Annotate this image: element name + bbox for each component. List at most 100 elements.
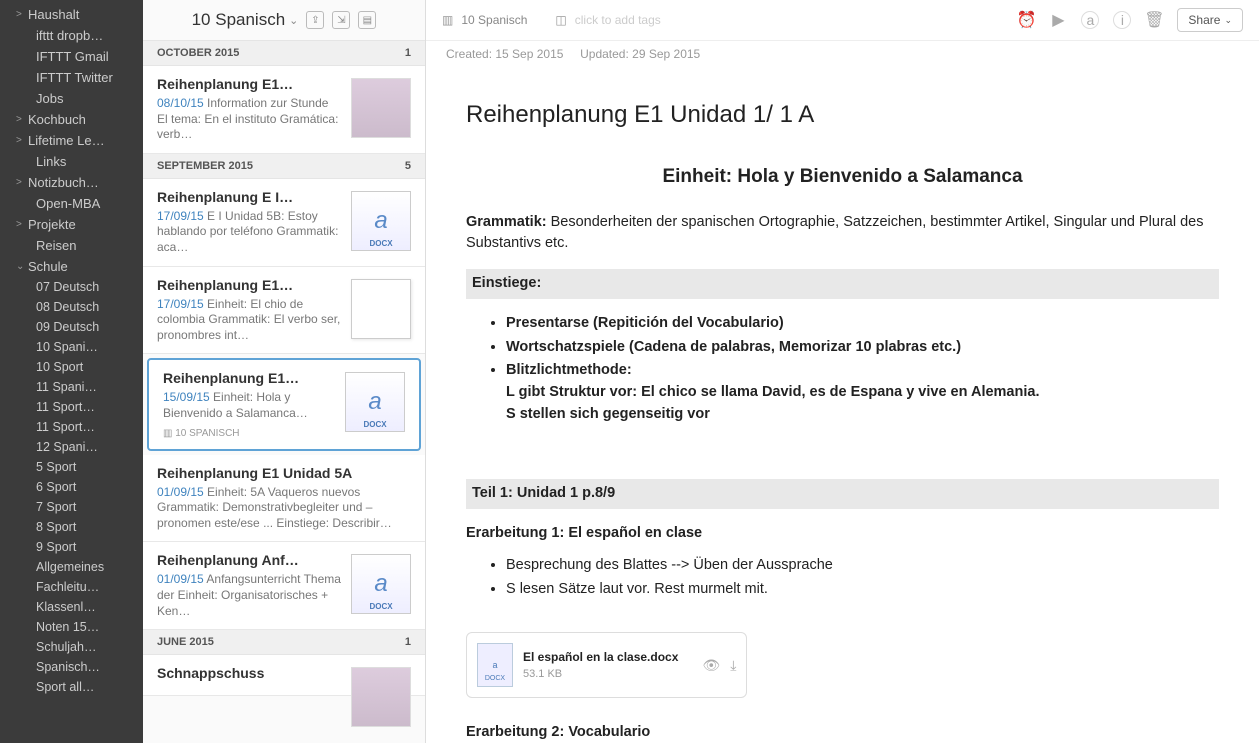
sidebar-item[interactable]: ifttt dropb…	[0, 25, 143, 46]
note-title: Reihenplanung E1…	[157, 277, 341, 293]
note-item[interactable]: Schnappschuss	[143, 655, 425, 696]
sidebar-item-label: Sport all…	[36, 680, 94, 694]
sidebar-item[interactable]: >Haushalt	[0, 4, 143, 25]
sidebar-item[interactable]: 09 Deutsch	[0, 317, 143, 337]
sidebar-item[interactable]: 07 Deutsch	[0, 277, 143, 297]
updated-label: Updated:	[580, 47, 629, 61]
sidebar-item[interactable]: Klassenl…	[0, 597, 143, 617]
share-button[interactable]: Share ⌄	[1177, 8, 1243, 32]
sidebar-item[interactable]: 11 Spani…	[0, 377, 143, 397]
reminder-icon[interactable]: ⏰	[1017, 11, 1035, 29]
sidebar-item[interactable]: 11 Sport…	[0, 397, 143, 417]
note-list-scroll[interactable]: OCTOBER 20151Reihenplanung E1…08/10/15 I…	[143, 41, 425, 743]
sidebar-item[interactable]: 10 Spani…	[0, 337, 143, 357]
sidebar-item-label: Open-MBA	[36, 196, 100, 211]
sidebar-item-label: Links	[36, 154, 66, 169]
note-item[interactable]: Reihenplanung E1…15/09/15 Einheit: Hola …	[147, 358, 421, 450]
sidebar-item-label: Reisen	[36, 238, 76, 253]
sidebar-item-label: Klassenl…	[36, 600, 96, 614]
section-header: JUNE 20151	[143, 630, 425, 655]
info-icon[interactable]: i	[1113, 11, 1131, 29]
view-options-icon[interactable]: ▤	[358, 11, 376, 29]
sidebar-item[interactable]: Sport all…	[0, 677, 143, 697]
sidebar-item-label: Notizbuch…	[28, 175, 99, 190]
note-title: Schnappschuss	[157, 665, 341, 681]
sidebar-item[interactable]: Links	[0, 151, 143, 172]
sidebar-item[interactable]: Open-MBA	[0, 193, 143, 214]
note-title: Reihenplanung E I…	[157, 189, 341, 205]
note-body[interactable]: Reihenplanung E1 Unidad 1/ 1 A Einheit: …	[426, 67, 1259, 743]
note-snippet: 01/09/15 Anfangsunterricht Thema der Ein…	[157, 572, 341, 619]
note-snippet: 01/09/15 Einheit: 5A Vaqueros nuevos Gra…	[157, 485, 411, 532]
sidebar-item[interactable]: 11 Sport…	[0, 417, 143, 437]
note-snippet: 17/09/15 Einheit: El chio de colombia Gr…	[157, 297, 341, 344]
sidebar-item[interactable]: >Projekte	[0, 214, 143, 235]
download-icon[interactable]: ⤓	[730, 655, 736, 676]
sidebar-item[interactable]: IFTTT Gmail	[0, 46, 143, 67]
sidebar-item[interactable]: ⌄Schule	[0, 256, 143, 277]
sidebar-item[interactable]: 10 Sport	[0, 357, 143, 377]
sidebar-item[interactable]: 7 Sport	[0, 497, 143, 517]
note-list-panel: 10 Spanisch ⌄ ⇪ ⇲ ▤ OCTOBER 20151Reihenp…	[143, 0, 426, 743]
share-icon[interactable]: ⇪	[306, 11, 324, 29]
note-snippet: 15/09/15 Einheit: Hola y Bienvenido a Sa…	[163, 390, 335, 421]
docx-icon: a	[477, 643, 513, 687]
sidebar-item[interactable]: Allgemeines	[0, 557, 143, 577]
add-tags-placeholder[interactable]: click to add tags	[575, 13, 661, 27]
sidebar-item-label: 5 Sport	[36, 460, 76, 474]
sidebar-item-label: 11 Spani…	[36, 380, 97, 394]
sidebar-item[interactable]: Spanisch…	[0, 657, 143, 677]
blank-thumb-icon	[351, 279, 411, 339]
sidebar-item[interactable]: Schuljah…	[0, 637, 143, 657]
sidebar-item[interactable]: Reisen	[0, 235, 143, 256]
section-header: SEPTEMBER 20155	[143, 154, 425, 179]
sidebar-item-label: ifttt dropb…	[36, 28, 103, 43]
erarb1-list: Besprechung des Blattes --> Üben der Aus…	[506, 555, 1219, 601]
note-notebook-label[interactable]: 10 Spanisch	[461, 13, 527, 27]
teil1-header: Teil 1: Unidad 1 p.8/9	[466, 479, 1219, 509]
list-item: Blitzlichtmethode:	[506, 362, 632, 378]
note-item[interactable]: Reihenplanung E1 Unidad 5A01/09/15 Einhe…	[143, 455, 425, 543]
sidebar-item[interactable]: >Kochbuch	[0, 109, 143, 130]
sidebar-item-label: 9 Sport	[36, 540, 76, 554]
doc-title: Reihenplanung E1 Unidad 1/ 1 A	[466, 97, 1219, 133]
note-date: 17/09/15	[157, 209, 204, 223]
sidebar-item[interactable]: 8 Sport	[0, 517, 143, 537]
sidebar-item[interactable]: >Lifetime Le…	[0, 130, 143, 151]
note-item[interactable]: Reihenplanung Anf… 01/09/15 Anfangsunterr…	[143, 542, 425, 630]
notebook-title-dropdown[interactable]: 10 Spanisch ⌄	[192, 10, 299, 30]
sidebar-item[interactable]: Noten 15…	[0, 617, 143, 637]
sidebar-item[interactable]: Fachleitu…	[0, 577, 143, 597]
note-item[interactable]: Reihenplanung E1… 17/09/15 Einheit: El ch…	[143, 267, 425, 355]
sidebar-item[interactable]: 5 Sport	[0, 457, 143, 477]
notebook-icon: ▥	[442, 13, 453, 27]
sidebar-item-label: IFTTT Twitter	[36, 70, 113, 85]
attachment-name: El español en la clase.docx	[523, 648, 678, 666]
chevron-down-icon: ⌄	[1224, 15, 1232, 26]
erarb1-header: Erarbeitung 1: El español en clase	[466, 525, 702, 541]
note-title: Reihenplanung Anf…	[157, 552, 341, 568]
trash-icon[interactable]: 🗑	[1145, 11, 1163, 29]
sidebar-item-label: Allgemeines	[36, 560, 104, 574]
sidebar-item[interactable]: 08 Deutsch	[0, 297, 143, 317]
sidebar-item[interactable]: 12 Spani…	[0, 437, 143, 457]
sidebar-item[interactable]: Jobs	[0, 88, 143, 109]
sidebar-item[interactable]: IFTTT Twitter	[0, 67, 143, 88]
note-item[interactable]: Reihenplanung E1…08/10/15 Information zu…	[143, 66, 425, 154]
present-icon[interactable]: ▶	[1049, 11, 1067, 29]
updated-date: 29 Sep 2015	[632, 47, 700, 61]
notebook-title: 10 Spanisch	[192, 10, 286, 30]
sidebar-item[interactable]: 6 Sport	[0, 477, 143, 497]
sidebar-item[interactable]: 9 Sport	[0, 537, 143, 557]
sidebar-item[interactable]: >Notizbuch…	[0, 172, 143, 193]
export-icon[interactable]: ⇲	[332, 11, 350, 29]
note-item[interactable]: Reihenplanung E I…17/09/15 E I Unidad 5B…	[143, 179, 425, 267]
sidebar-item-label: 07 Deutsch	[36, 280, 99, 294]
list-sub-item: S stellen sich gegenseitig vor	[506, 406, 710, 422]
erarb2-header: Erarbeitung 2: Vocabulario	[466, 724, 650, 740]
chevron-down-icon: ⌄	[289, 14, 298, 27]
note-list-header: 10 Spanisch ⌄ ⇪ ⇲ ▤	[143, 0, 425, 41]
preview-icon[interactable]: 👁	[702, 655, 720, 676]
annotate-icon[interactable]: a	[1081, 11, 1099, 29]
attachment[interactable]: a El español en la clase.docx 53.1 KB 👁 …	[466, 632, 747, 698]
